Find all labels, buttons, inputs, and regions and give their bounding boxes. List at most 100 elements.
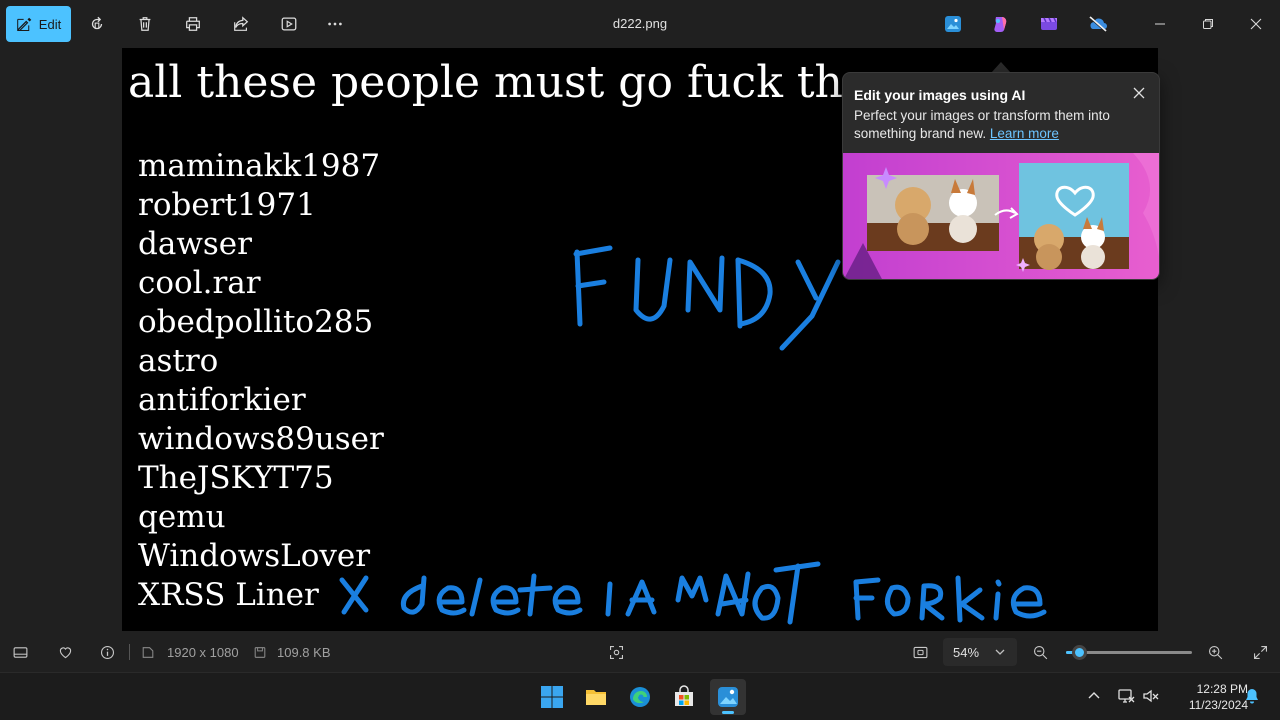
expand-icon xyxy=(1253,645,1267,659)
list-item: dawser xyxy=(138,226,252,262)
windows-logo-icon xyxy=(541,686,563,708)
network-disconnected-icon xyxy=(1118,689,1135,703)
photos-icon xyxy=(718,687,738,707)
fit-to-window-button[interactable] xyxy=(910,642,930,662)
list-item: cool.rar xyxy=(138,265,261,301)
zoom-value: 54% xyxy=(953,644,980,660)
image-dimensions: 1920 x 1080 xyxy=(167,645,239,660)
rotate-button[interactable] xyxy=(81,8,113,40)
folder-icon xyxy=(586,690,606,705)
list-item: WindowsLover xyxy=(138,538,371,574)
top-toolbar: Edit d222.png xyxy=(0,0,1280,48)
photos-taskbar-button[interactable] xyxy=(710,679,746,715)
close-icon xyxy=(1250,18,1262,30)
ai-edit-teaching-tip: Edit your images using AI Perfect your i… xyxy=(842,72,1160,280)
list-item: maminakk1987 xyxy=(138,148,381,184)
start-button[interactable] xyxy=(534,679,570,715)
zoom-in-icon xyxy=(1208,645,1222,659)
file-name-title: d222.png xyxy=(612,16,668,31)
photos-app-window: Edit d222.png all these people must go f… xyxy=(0,0,1280,720)
print-button[interactable] xyxy=(177,8,209,40)
zoom-dropdown[interactable]: 54% xyxy=(943,638,1017,666)
edit-icon xyxy=(16,17,32,31)
minimize-icon xyxy=(1155,23,1165,25)
ai-promo-illustration xyxy=(843,153,1159,279)
bell-icon xyxy=(1246,689,1258,704)
show-hidden-icons-button[interactable] xyxy=(1085,687,1103,705)
volume-muted-icon xyxy=(1143,689,1159,703)
popup-description: Perfect your images or transform them in… xyxy=(854,108,1110,141)
delete-button[interactable] xyxy=(129,8,161,40)
list-item: obedpollito285 xyxy=(138,304,374,340)
edit-button[interactable]: Edit xyxy=(6,6,71,42)
store-icon xyxy=(675,685,693,706)
clock-time: 12:28 PM xyxy=(1196,682,1248,696)
full-screen-button[interactable] xyxy=(1250,642,1270,662)
trash-icon xyxy=(139,17,151,31)
zoom-slider[interactable] xyxy=(1066,645,1192,660)
close-window-button[interactable] xyxy=(1240,8,1272,40)
learn-more-link[interactable]: Learn more xyxy=(990,126,1059,141)
clipchamp-icon[interactable] xyxy=(1040,15,1058,33)
divider xyxy=(129,644,130,660)
edit-label: Edit xyxy=(38,16,62,32)
share-icon xyxy=(234,16,249,31)
edge-browser-button[interactable] xyxy=(622,679,658,715)
windows-taskbar: 12:28 PM 11/23/2024 xyxy=(0,672,1280,720)
heart-icon xyxy=(59,646,71,658)
notifications-button[interactable] xyxy=(1243,687,1261,705)
visual-search-icon xyxy=(609,645,623,659)
list-item: TheJSKYT75 xyxy=(138,460,334,496)
chevron-up-icon xyxy=(1088,692,1100,699)
more-icon xyxy=(328,22,342,26)
popup-close-button[interactable] xyxy=(1129,83,1149,103)
maximize-button[interactable] xyxy=(1192,8,1224,40)
filmstrip-icon xyxy=(13,646,27,658)
close-icon xyxy=(1133,87,1145,99)
list-item: robert1971 xyxy=(138,187,316,223)
popup-title: Edit your images using AI xyxy=(854,87,1026,103)
list-item: windows89user xyxy=(138,421,384,457)
info-icon xyxy=(100,645,114,659)
rotate-icon xyxy=(91,16,103,30)
visual-search-button[interactable] xyxy=(606,642,626,662)
clock-date: 11/23/2024 xyxy=(1188,698,1248,712)
minimize-button[interactable] xyxy=(1144,8,1176,40)
file-size: 109.8 KB xyxy=(277,645,331,660)
favorite-button[interactable] xyxy=(55,642,75,662)
list-item: qemu xyxy=(138,499,226,535)
popup-body: Perfect your images or transform them in… xyxy=(854,107,1136,143)
edge-icon xyxy=(630,687,650,707)
photos-app-icon[interactable] xyxy=(944,15,962,33)
active-app-indicator xyxy=(722,711,734,714)
play-icon xyxy=(281,17,297,31)
image-headline-text: all these people must go fuck th xyxy=(128,57,843,108)
slideshow-button[interactable] xyxy=(273,8,305,40)
zoom-out-icon xyxy=(1033,645,1047,659)
microsoft-store-button[interactable] xyxy=(666,679,702,715)
zoom-out-button[interactable] xyxy=(1030,642,1050,662)
file-size-icon xyxy=(252,642,268,662)
file-explorer-button[interactable] xyxy=(578,679,614,715)
network-button[interactable] xyxy=(1117,687,1135,705)
dimensions-icon xyxy=(140,642,156,662)
list-item: antiforkier xyxy=(138,382,306,418)
printer-icon xyxy=(186,17,200,31)
filmstrip-toggle-button[interactable] xyxy=(10,642,30,662)
onedrive-off-icon[interactable] xyxy=(1088,15,1108,33)
zoom-in-button[interactable] xyxy=(1205,642,1225,662)
list-item: XRSS Liner xyxy=(138,577,319,613)
share-button[interactable] xyxy=(225,8,257,40)
zoom-slider-thumb[interactable] xyxy=(1071,645,1087,660)
bottom-status-bar: 1920 x 1080 109.8 KB 54% xyxy=(0,632,1280,672)
volume-button[interactable] xyxy=(1142,687,1160,705)
taskbar-clock[interactable]: 12:28 PM 11/23/2024 xyxy=(1168,681,1248,713)
restore-icon xyxy=(1203,19,1213,29)
fit-screen-icon xyxy=(913,646,927,658)
chevron-down-icon xyxy=(995,649,1005,655)
list-item: astro xyxy=(138,343,219,379)
copilot-icon[interactable] xyxy=(992,15,1010,33)
names-list: maminakk1987 robert1971 dawser cool.rar … xyxy=(138,147,384,615)
more-options-button[interactable] xyxy=(319,8,351,40)
file-info-button[interactable] xyxy=(97,642,117,662)
